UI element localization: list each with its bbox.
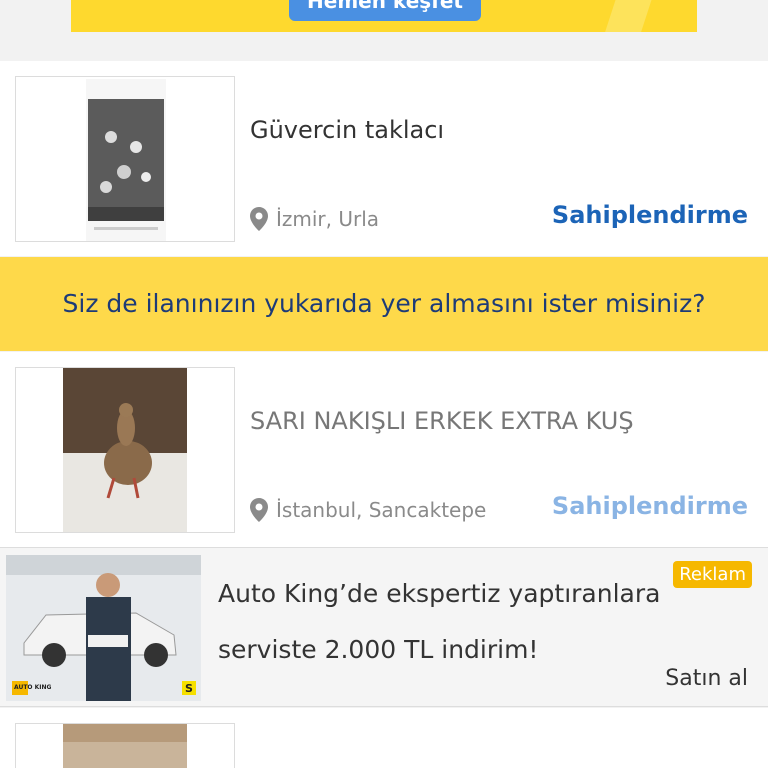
ad-car-mechanic-image [6,555,201,701]
listing-card[interactable]: Güvercin taklacı İzmir, Urla Sahiplendir… [0,61,768,256]
sponsored-badge: Reklam [673,561,752,588]
top-promo-banner: Hemen keşfet [71,0,697,32]
ad-text[interactable]: Auto King’de ekspertiz yaptıranlara serv… [218,566,688,678]
buy-link[interactable]: Satın al [665,666,748,691]
listing-title[interactable]: SARI NAKIŞLI ERKEK EXTRA KUŞ [250,407,634,435]
listing-card[interactable]: SARI NAKIŞLI ERKEK EXTRA KUŞ İstanbul, S… [0,352,768,547]
ad-logo: AUTO KING [14,684,52,691]
listing-location: İstanbul, Sancaktepe [250,498,486,522]
promote-listing-banner[interactable]: Siz de ilanınızın yukarıda yer almasını … [0,257,768,351]
listing-card[interactable] [0,708,768,768]
listing-title[interactable]: Güvercin taklacı [250,116,444,144]
listing-photo-thumbnail [16,724,234,768]
pigeon-photo-thumbnail [16,77,234,241]
location-text: İstanbul, Sancaktepe [276,498,487,522]
ad-image: AUTO KING S [6,555,201,701]
listing-thumbnail[interactable] [15,367,235,533]
listing-thumbnail[interactable] [15,723,235,768]
listing-location: İzmir, Urla [250,207,379,231]
location-pin-icon [250,498,268,522]
bird-photo-thumbnail [16,368,234,532]
location-text: İzmir, Urla [276,207,380,231]
banner-stripe [599,0,655,32]
ad-line-1: Auto King’de ekspertiz yaptıranlara [218,579,661,608]
listing-type-tag: Sahiplendirme [551,492,748,520]
listing-type-tag: Sahiplendirme [551,201,748,229]
listing-thumbnail[interactable] [15,76,235,242]
location-pin-icon [250,207,268,231]
sponsored-ad-card[interactable]: AUTO KING S Auto King’de ekspertiz yaptı… [0,547,768,707]
ad-line-2: serviste 2.000 TL indirim! [218,635,539,664]
ad-corner-mark: S [185,682,193,695]
discover-button[interactable]: Hemen keşfet [289,0,481,21]
